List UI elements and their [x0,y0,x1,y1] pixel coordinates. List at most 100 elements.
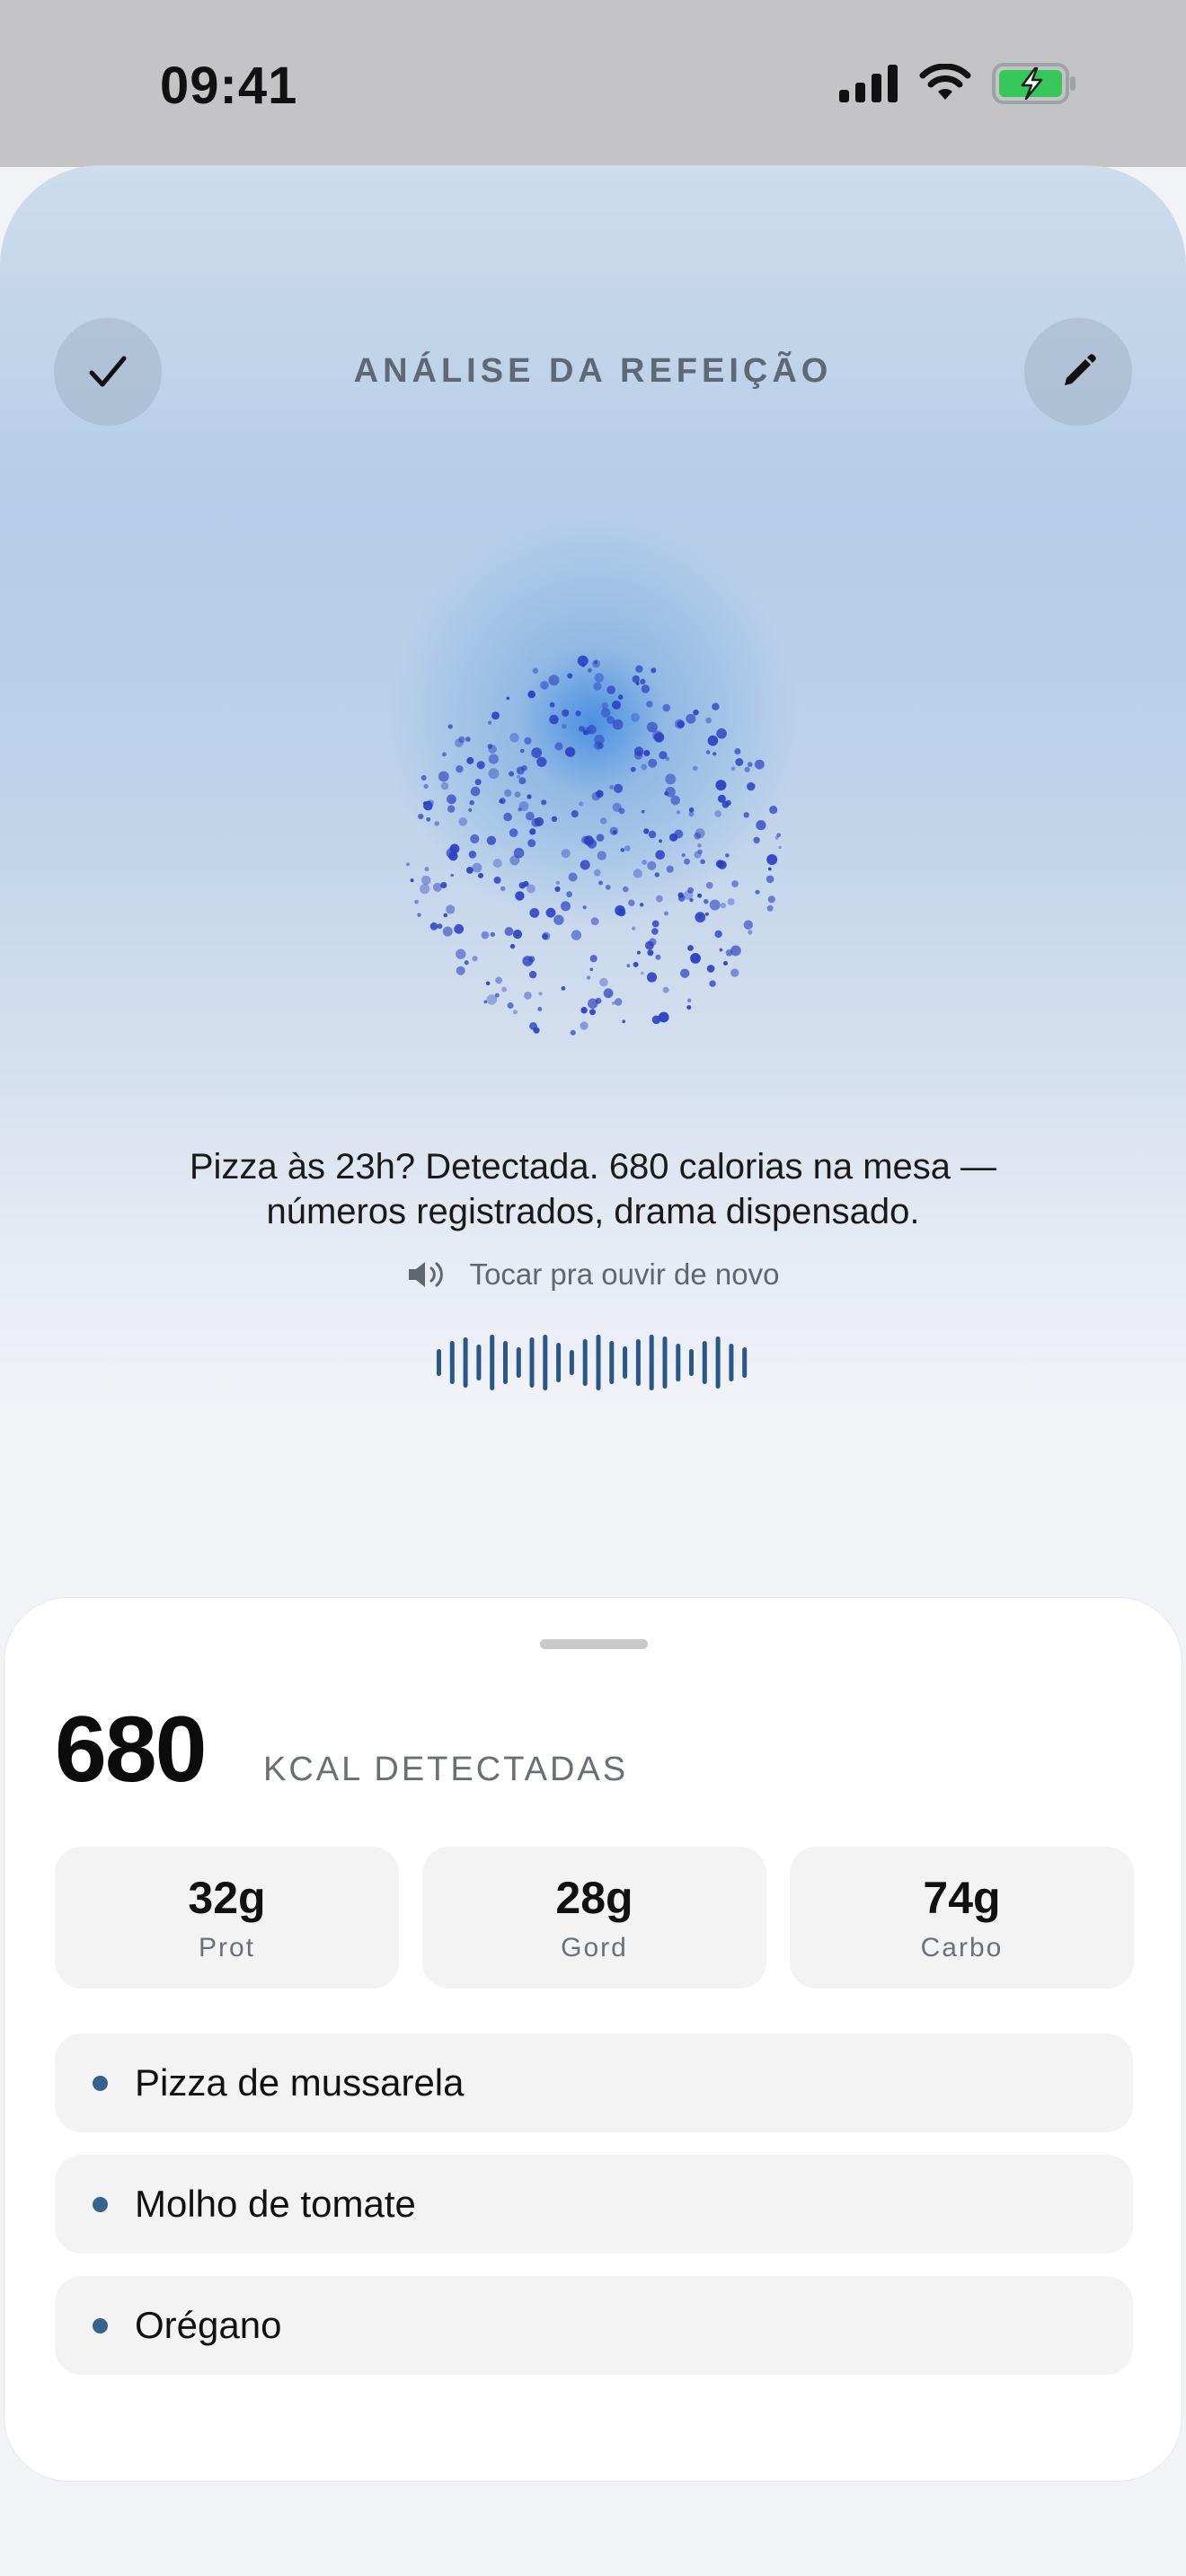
orb-particle [633,869,642,878]
orb-particle [659,839,662,843]
orb-particle [694,851,702,859]
orb-particle [774,835,779,840]
orb-particle [456,765,464,773]
macro-value: 32g [188,1873,266,1923]
orb-particle [527,690,535,699]
orb-particle [632,926,636,931]
orb-particle [570,1029,576,1036]
orb-particle [662,986,669,993]
orb-particle [662,703,670,712]
orb-particle [418,813,424,820]
edit-button[interactable] [1024,318,1132,426]
orb-particle [620,848,625,852]
orb-particle [695,912,706,923]
orb-particle [517,774,521,779]
orb-particle [612,719,624,730]
orb-particle [687,945,694,951]
waveform-bar [556,1343,562,1382]
orb-particle [469,799,474,806]
orb-particle [549,701,555,708]
status-bar: 09:41 [0,0,1186,167]
orb-particle [743,920,753,930]
orb-particle [548,675,560,686]
orb-particle [609,784,615,790]
orb-particle [628,899,635,906]
orb-particle [725,949,733,957]
orb-particle [626,964,631,968]
orb-particle [437,923,443,930]
orb-particle [598,880,603,886]
waveform-bar [729,1344,734,1381]
macro-value: 28g [555,1873,633,1923]
waveform-bar [662,1337,668,1389]
orb-particle [423,800,433,811]
orb-particle [673,836,677,841]
orb-particle [529,908,540,918]
signal-icon [839,65,898,102]
orb-particle [743,812,749,818]
orb-particle [651,920,659,928]
orb-particle [533,1027,540,1034]
orb-particle [495,976,502,984]
orb-particle [712,702,720,710]
orb-particle [714,810,721,817]
sheet-handle[interactable] [540,1639,648,1649]
orb-particle [512,1010,518,1015]
list-item[interactable]: Pizza de mussarela [55,2033,1133,2132]
kcal-value: 680 [55,1698,208,1802]
orb-particle [562,723,567,729]
orb-particle [410,878,414,883]
orb-particle [468,807,473,812]
orb-particle [545,907,556,918]
orb-particle [730,968,739,977]
orb-particle [555,880,560,886]
orb-particle [541,799,547,806]
waveform-bar [529,1337,535,1388]
orb-particle [478,872,483,878]
orb-particle [632,675,640,684]
replay-label: Tocar pra ouvir de novo [469,1257,780,1291]
orb-particle [597,851,606,860]
waveform-bar [463,1337,468,1388]
orb-particle [647,860,657,870]
orb-particle [423,783,429,790]
orb-particle [727,898,735,905]
orb-particle [420,884,430,895]
orb-particle [595,997,602,1004]
orb-particle [499,798,503,804]
orb-particle [509,771,515,777]
orb-particle [440,781,449,790]
orb-particle [590,917,599,926]
orb-particle [725,853,730,858]
orb-particle [641,684,651,693]
list-item[interactable]: Molho de tomate [55,2155,1133,2254]
orb-particle [715,780,727,791]
orb-particle [424,867,429,872]
macro-carbs[interactable]: 74g Carbo [790,1847,1134,1989]
orb-particle [755,889,760,895]
macro-protein[interactable]: 32g Prot [55,1847,399,1989]
orb-particle [734,748,741,754]
orb-particle [450,873,454,878]
orb-particle [447,794,456,805]
orb-particle [509,943,516,949]
orb-particle [491,711,500,720]
list-item[interactable]: Orégano [55,2276,1133,2375]
orb-particle [554,886,561,892]
macro-value: 74g [923,1873,1001,1923]
orb-particle [666,865,674,873]
macro-label: Carbo [920,1933,1004,1963]
orb-particle [647,949,654,957]
orb-particle [594,673,605,683]
bullet-dot [93,2075,108,2091]
orb-particle [504,789,512,798]
orb-particle [606,685,615,694]
macro-fat[interactable]: 28g Gord [422,1847,766,1989]
orb-particle [653,732,665,743]
orb-particle [476,761,485,770]
replay-audio-button[interactable]: Tocar pra ouvir de novo [0,1257,1186,1292]
orb-particle [458,736,465,744]
orb-particle [470,834,480,844]
orb-particle [446,848,457,859]
orb-particle [684,858,690,865]
